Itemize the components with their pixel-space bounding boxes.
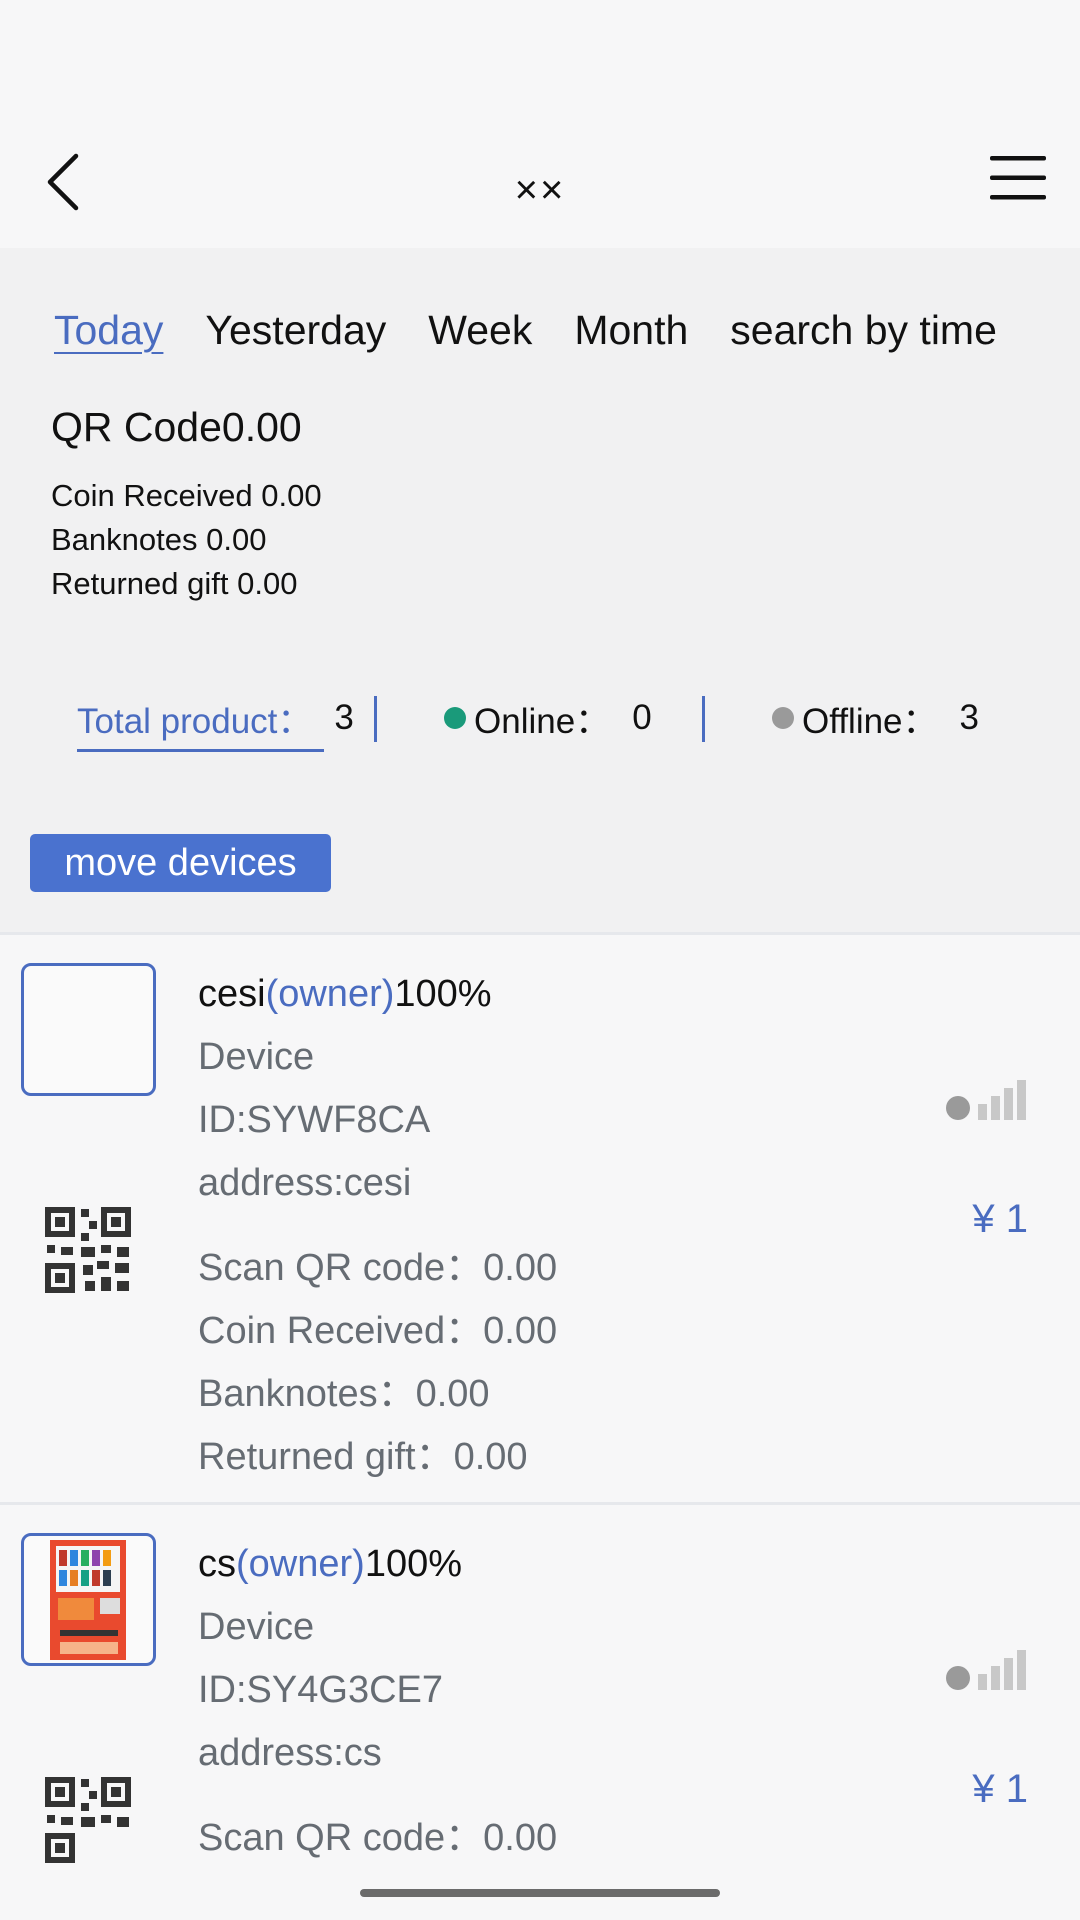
- tab-search-by-time[interactable]: search by time: [730, 307, 997, 354]
- device-name: cesi(owner)100%: [198, 973, 492, 1016]
- home-indicator[interactable]: [360, 1889, 720, 1897]
- device-address: address:cs: [198, 1732, 382, 1774]
- offline-dot-icon: [772, 707, 794, 729]
- owner-tag: (owner): [265, 973, 395, 1015]
- device-name: cs(owner)100%: [198, 1543, 462, 1586]
- app-header: ××: [0, 0, 1080, 248]
- scan-qr-amount: Scan QR code：0.00: [198, 1247, 558, 1289]
- tab-month[interactable]: Month: [574, 307, 688, 354]
- device-id: ID:SYWF8CA: [198, 1099, 431, 1141]
- vending-machine-image: [50, 1540, 126, 1660]
- device-name-text: cs: [198, 1543, 236, 1585]
- device-thumbnail: [21, 1533, 156, 1666]
- total-product-label: Total product：: [77, 701, 313, 741]
- offline-signal-icon: [946, 1650, 1026, 1690]
- offline-label: Offline：: [802, 701, 938, 741]
- page-title: ××: [514, 168, 566, 212]
- qr-code-label: QR Code: [51, 404, 222, 450]
- device-card[interactable]: cs(owner)100% Device ID:SY4G3CE7 address…: [0, 1505, 1080, 1870]
- tab-today[interactable]: Today: [54, 307, 163, 354]
- device-address: address:cesi: [198, 1162, 412, 1204]
- coin-received-amount: Coin Received：0.00: [198, 1310, 558, 1352]
- share-percent: 100%: [394, 973, 492, 1015]
- total-product-count: 3: [334, 698, 354, 737]
- banknotes-amount: Banknotes：0.00: [198, 1373, 490, 1415]
- device-name-text: cesi: [198, 973, 266, 1015]
- owner-tag: (owner): [236, 1543, 365, 1585]
- date-range-tabs: Today Yesterday Week Month search by tim…: [54, 304, 997, 356]
- returned-gift-amount: Returned gift：0.00: [198, 1436, 528, 1478]
- revenue-breakdown: Coin Received 0.00 Banknotes 0.00 Return…: [51, 474, 322, 606]
- device-type: Device: [198, 1606, 315, 1648]
- offline-count: 3: [959, 698, 979, 737]
- qr-code-icon[interactable]: [45, 1777, 131, 1863]
- hamburger-menu-icon[interactable]: [988, 152, 1048, 204]
- tab-week[interactable]: Week: [428, 307, 532, 354]
- share-percent: 100%: [364, 1543, 463, 1585]
- active-filter-underline: [77, 749, 324, 752]
- online-count: 0: [632, 698, 652, 737]
- device-thumbnail: [21, 963, 156, 1096]
- move-devices-button[interactable]: move devices: [30, 834, 331, 892]
- coin-received-total: Coin Received 0.00: [51, 478, 322, 513]
- device-stats-bar: Total product： 3 Online： 0 Offline： 3: [0, 690, 1080, 752]
- total-product-filter[interactable]: Total product： 3: [77, 690, 354, 752]
- stats-divider: [702, 696, 705, 742]
- tab-yesterday[interactable]: Yesterday: [205, 307, 386, 354]
- device-price: ¥ 1: [972, 1767, 1028, 1811]
- stats-divider: [374, 696, 377, 742]
- scan-qr-amount: Scan QR code：0.00: [198, 1817, 558, 1859]
- qr-code-value: 0.00: [221, 404, 302, 450]
- online-filter[interactable]: Online： 0: [444, 690, 652, 746]
- banknotes-total: Banknotes 0.00: [51, 522, 267, 557]
- online-dot-icon: [444, 707, 466, 729]
- device-type: Device: [198, 1036, 315, 1078]
- returned-gift-total: Returned gift 0.00: [51, 566, 298, 601]
- device-price: ¥ 1: [972, 1197, 1028, 1241]
- qr-code-icon[interactable]: [45, 1207, 131, 1293]
- offline-filter[interactable]: Offline： 3: [772, 690, 979, 746]
- offline-signal-icon: [946, 1080, 1026, 1120]
- online-label: Online：: [474, 701, 611, 741]
- device-id: ID:SY4G3CE7: [198, 1669, 443, 1711]
- device-card[interactable]: cesi(owner)100% Device ID:SYWF8CA addres…: [0, 935, 1080, 1505]
- qr-code-total: QR Code0.00: [51, 404, 302, 451]
